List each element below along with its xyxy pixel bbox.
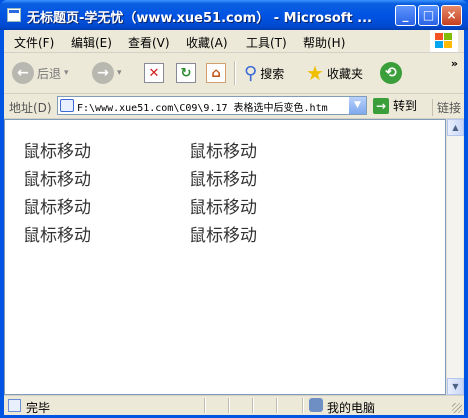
go-label: 转到 [393, 99, 418, 113]
favorites-button[interactable]: ★ 收藏夹 [306, 60, 363, 86]
table-cell: 鼠标移动 [23, 142, 91, 162]
title-bar[interactable]: 无标题页-学无忧（www.xue51.com） - Microsoft ... … [0, 0, 468, 30]
status-divider [276, 398, 278, 413]
my-computer-icon [309, 398, 323, 412]
menu-file[interactable]: 文件(F) [14, 34, 54, 51]
table-cell: 鼠标移动 [189, 198, 257, 218]
resize-grip[interactable] [452, 403, 462, 413]
back-arrow-icon: ← [12, 62, 34, 84]
stop-button[interactable]: ✕ [144, 60, 164, 86]
address-dropdown-icon[interactable]: ▼ [349, 97, 366, 114]
status-divider [228, 398, 230, 413]
close-button[interactable]: × [441, 5, 462, 26]
favorites-label: 收藏夹 [326, 66, 363, 81]
page-icon [60, 99, 74, 112]
table-cell: 鼠标移动 [23, 170, 91, 190]
scroll-down-icon[interactable]: ▼ [447, 378, 464, 395]
status-divider [252, 398, 254, 413]
back-dropdown-icon: ▾ [64, 68, 69, 78]
status-divider [204, 398, 206, 413]
go-button[interactable]: → 转到 [373, 97, 417, 114]
table-cell: 鼠标移动 [189, 170, 257, 190]
search-magnifier-icon: ⚲ [244, 62, 258, 84]
maximize-button[interactable]: □ [418, 5, 439, 26]
windows-logo-icon [430, 30, 458, 52]
status-zone: 我的电脑 [327, 401, 376, 415]
search-label: 搜索 [260, 66, 285, 81]
menu-bar: 文件(F) 编辑(E) 查看(V) 收藏(A) 工具(T) 帮助(H) [4, 30, 464, 53]
menu-tools[interactable]: 工具(T) [246, 34, 287, 51]
address-bar: 地址(D) F:\www.xue51.com\C09\9.17 表格选中后变色.… [4, 94, 464, 119]
links-button[interactable]: 链接 [432, 99, 461, 116]
home-button[interactable]: ⌂ [206, 60, 226, 86]
back-button[interactable]: ← 后退 ▾ [12, 60, 69, 86]
menu-view[interactable]: 查看(V) [128, 34, 170, 51]
favorites-star-icon: ★ [306, 61, 324, 85]
menu-favorites[interactable]: 收藏(A) [186, 34, 228, 51]
stop-icon: ✕ [144, 63, 164, 83]
forward-dropdown-icon: ▾ [117, 68, 122, 78]
browser-frame: 文件(F) 编辑(E) 查看(V) 收藏(A) 工具(T) 帮助(H) ← 后退… [4, 30, 464, 415]
minimize-button[interactable]: _ [395, 5, 416, 26]
standard-toolbar: ← 后退 ▾ → ▾ ✕ ↻ ⌂ ⚲ 搜索 ★ 收藏夹 ⟲ » [4, 53, 464, 94]
status-divider [302, 398, 304, 413]
forward-arrow-icon: → [92, 62, 114, 84]
address-input[interactable]: F:\www.xue51.com\C09\9.17 表格选中后变色.htm ▼ [57, 96, 367, 115]
menu-help[interactable]: 帮助(H) [303, 34, 345, 51]
search-button[interactable]: ⚲ 搜索 [244, 60, 284, 86]
page-done-icon [8, 399, 21, 412]
scroll-up-icon[interactable]: ▲ [447, 119, 464, 136]
address-label: 地址(D) [9, 101, 52, 115]
address-value: F:\www.xue51.com\C09\9.17 表格选中后变色.htm [77, 103, 328, 114]
window-title: 无标题页-学无忧（www.xue51.com） - Microsoft ... [27, 11, 372, 26]
status-text: 完毕 [26, 401, 51, 415]
ie-page-icon [7, 8, 21, 22]
forward-button[interactable]: → ▾ [92, 60, 122, 86]
page-content: 鼠标移动 鼠标移动 鼠标移动 鼠标移动 鼠标移动 鼠标移动 鼠标移动 鼠标移动 [4, 119, 446, 395]
toolbar-more-icon[interactable]: » [451, 57, 458, 70]
refresh-icon: ↻ [176, 63, 196, 83]
status-bar: 完毕 我的电脑 [4, 395, 464, 415]
refresh-button[interactable]: ↻ [176, 60, 196, 86]
table-cell: 鼠标移动 [189, 142, 257, 162]
back-label: 后退 [37, 66, 62, 81]
home-icon: ⌂ [206, 63, 226, 83]
history-button[interactable]: ⟲ [380, 60, 402, 86]
browser-window: 无标题页-学无忧（www.xue51.com） - Microsoft ... … [0, 0, 468, 418]
table-cell: 鼠标移动 [189, 226, 257, 246]
history-icon: ⟲ [380, 62, 402, 84]
vertical-scrollbar[interactable]: ▲ ▼ [446, 119, 464, 395]
toolbar-separator [234, 61, 236, 85]
table-cell: 鼠标移动 [23, 226, 91, 246]
menu-edit[interactable]: 编辑(E) [71, 34, 112, 51]
table-cell: 鼠标移动 [23, 198, 91, 218]
go-arrow-icon: → [373, 97, 389, 114]
